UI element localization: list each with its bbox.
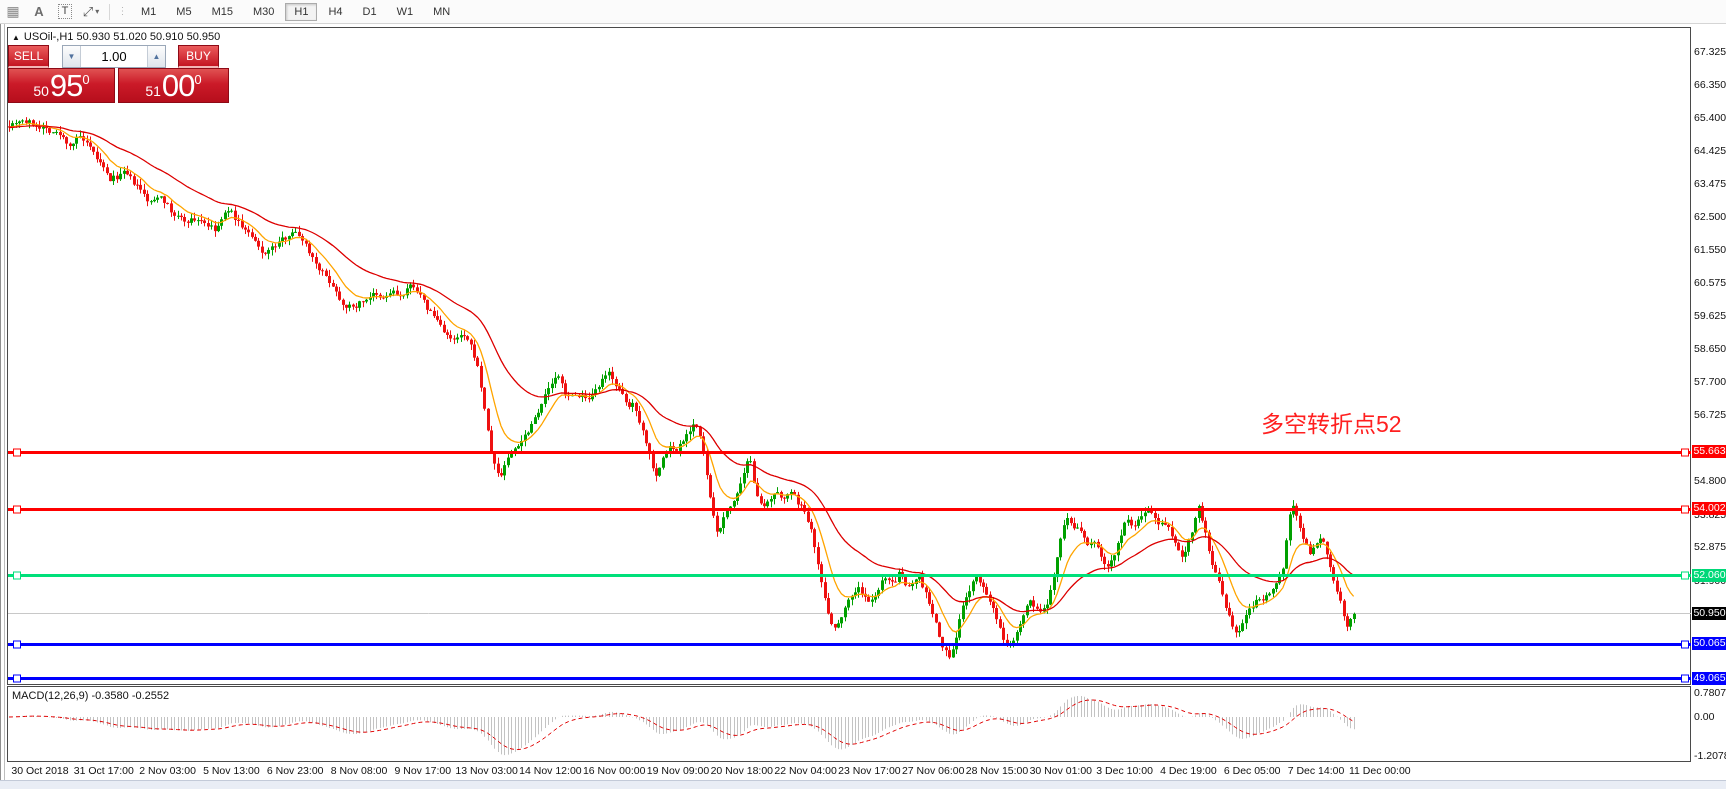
font-icon[interactable]: A [27,2,51,22]
buy-price-button[interactable]: 51000 [118,68,229,103]
bid-main: 95 [50,70,82,101]
time-axis-label: 16 Nov 00:00 [583,765,645,777]
toolbar-grip: ⋮ [116,2,130,22]
time-axis-label: 22 Nov 04:00 [774,765,836,777]
buy-button[interactable]: BUY [178,45,219,68]
time-axis-label: 27 Nov 06:00 [902,765,964,777]
toolbar-separator [109,4,110,20]
sell-price-button[interactable]: 50950 [8,68,115,103]
sell-button[interactable]: SELL [8,45,49,68]
ask-main: 00 [162,70,194,101]
one-click-trading-panel: 50950 51000 SELL BUY ▼ 1.00 ▲ [8,45,229,103]
hline-price-label: 54.002 [1692,502,1726,515]
time-axis-label: 31 Oct 17:00 [74,765,134,777]
price-tick-label: 66.350 [1692,79,1726,92]
text-tool-glyph: T [58,4,73,19]
collapse-panel-icon[interactable]: ▲ [12,33,20,42]
chart-symbol-header: ▲ USOil-,H1 50.930 51.020 50.910 50.950 [12,31,220,43]
arrows-tool-icon[interactable]: ⤢ ▾ [79,2,103,22]
time-axis-label: 23 Nov 17:00 [838,765,900,777]
time-axis-label: 5 Nov 13:00 [203,765,260,777]
volume-input[interactable]: 1.00 [81,46,147,67]
window-left-edge-inner [4,24,5,789]
timeframe-button-h1[interactable]: H1 [285,3,317,21]
toolbar: ▦ A T ⤢ ▾ ⋮ M1M5M15M30H1H4D1W1MN [0,0,1726,24]
horizontal-scrollbar-strip [0,780,1726,789]
price-tick-label: 62.500 [1692,211,1726,224]
timeframe-button-h4[interactable]: H4 [319,3,351,21]
time-axis-label: 7 Dec 14:00 [1288,765,1345,777]
price-tick-label: 56.725 [1692,409,1726,422]
price-tick-label: 54.800 [1692,475,1726,488]
time-axis-label: 13 Nov 03:00 [455,765,517,777]
time-axis-label: 30 Nov 01:00 [1030,765,1092,777]
time-axis: 30 Oct 2018 31 Oct 17:00 2 Nov 03:00 5 Nov … [8,763,1692,779]
volume-control: ▼ 1.00 ▲ [62,45,166,68]
text-tool-icon[interactable]: T [53,2,77,22]
time-axis-label: 3 Dec 10:00 [1096,765,1153,777]
arrows-glyph: ⤢ [83,4,93,20]
timeframe-button-m1[interactable]: M1 [132,3,165,21]
time-axis-label: 4 Dec 19:00 [1160,765,1217,777]
volume-increase-button[interactable]: ▲ [147,46,165,67]
hline-price-label: 52.060 [1692,569,1726,582]
timeframe-button-m5[interactable]: M5 [167,3,200,21]
macd-axis-label: 0.7807 [1694,687,1726,699]
timeframe-button-m30[interactable]: M30 [244,3,283,21]
time-axis-label: 28 Nov 15:00 [966,765,1028,777]
macd-axis-label: -1.2078 [1694,750,1726,762]
price-tick-label: 58.650 [1692,343,1726,356]
time-axis-label: 11 Dec 00:00 [1349,765,1411,777]
time-axis-label: 19 Nov 09:00 [647,765,709,777]
macd-canvas[interactable] [8,687,1691,761]
timeframe-group: M1M5M15M30H1H4D1W1MN [131,4,460,19]
ask-quote: 51000 [145,70,201,101]
hline-price-label: 49.065 [1692,672,1726,685]
price-tick-label: 59.625 [1692,309,1726,322]
price-tick-label: 52.875 [1692,541,1726,554]
time-axis-label: 20 Nov 18:00 [711,765,773,777]
timeframe-button-w1[interactable]: W1 [388,3,423,21]
chart-annotation-text[interactable]: 多空转折点52 [1261,405,1402,439]
bid-pip: 0 [82,73,89,86]
ask-pip: 0 [194,73,201,86]
price-chart-canvas[interactable] [8,28,1691,684]
time-axis-label: 30 Oct 2018 [11,765,68,777]
price-tick-label: 67.325 [1692,45,1726,58]
macd-indicator-label: MACD(12,26,9) -0.3580 -0.2552 [12,690,169,702]
price-tick-label: 63.475 [1692,177,1726,190]
price-tick-label: 60.575 [1692,277,1726,290]
window-left-edge [0,24,1,789]
time-axis-label: 9 Nov 17:00 [394,765,451,777]
price-tick-label: 57.700 [1692,375,1726,388]
hline-price-label: 55.663 [1692,445,1726,458]
time-axis-label: 14 Nov 12:00 [519,765,581,777]
hline-price-label: 50.950 [1692,607,1726,620]
bid-prefix: 50 [33,84,49,98]
time-axis-label: 6 Nov 23:00 [267,765,324,777]
timeframe-button-mn[interactable]: MN [424,3,459,21]
ask-prefix: 51 [145,84,161,98]
dotted-grid-icon[interactable]: ▦ [1,2,25,22]
price-tick-label: 64.425 [1692,145,1726,158]
chevron-down-icon: ▾ [95,7,99,16]
price-tick-label: 65.400 [1692,111,1726,124]
hline-price-label: 50.065 [1692,637,1726,650]
volume-decrease-button[interactable]: ▼ [63,46,81,67]
ohlc-values: 50.930 51.020 50.910 50.950 [77,31,221,43]
bid-quote: 50950 [33,70,89,101]
timeframe-button-d1[interactable]: D1 [354,3,386,21]
timeframe-button-m15[interactable]: M15 [203,3,242,21]
price-tick-label: 61.550 [1692,243,1726,256]
time-axis-label: 6 Dec 05:00 [1224,765,1281,777]
mt4-window: ▦ A T ⤢ ▾ ⋮ M1M5M15M30H1H4D1W1MN ▲ USOil-… [0,0,1726,789]
time-axis-label: 2 Nov 03:00 [139,765,196,777]
macd-axis-label: 0.00 [1694,711,1714,723]
symbol-label: USOil-,H1 [24,31,74,43]
time-axis-label: 8 Nov 08:00 [331,765,388,777]
